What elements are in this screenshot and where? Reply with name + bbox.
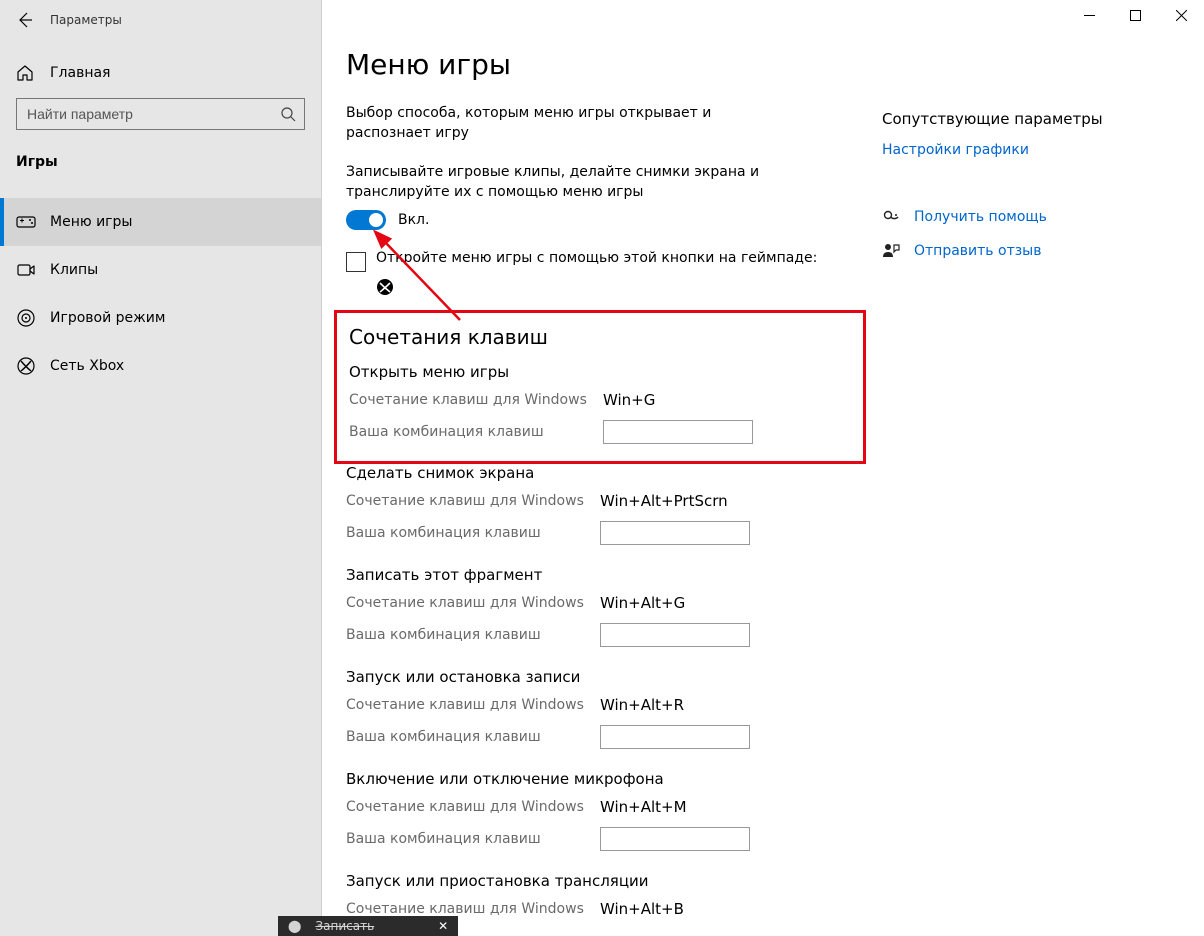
- shortcut-custom-input[interactable]: [600, 827, 750, 851]
- shortcut-custom-input[interactable]: [600, 521, 750, 545]
- shortcut-windows-value: Win+Alt+B: [600, 900, 684, 918]
- shortcut-windows-value: Win+Alt+PrtScrn: [600, 492, 728, 510]
- game-menu-icon: [16, 212, 36, 232]
- checkbox-label: Откройте меню игры с помощью этой кнопки…: [376, 250, 817, 266]
- shortcut-windows-label: Сочетание клавиш для Windows: [346, 595, 600, 611]
- fragment-text: Записать: [315, 919, 374, 933]
- search-input-wrap[interactable]: [16, 98, 305, 130]
- background-window-fragment: ⬤ Записать ✕: [278, 916, 458, 936]
- clips-icon: [16, 260, 36, 280]
- shortcut-custom-label: Ваша комбинация клавиш: [349, 424, 603, 440]
- shortcuts-heading: Сочетания клавиш: [349, 325, 851, 349]
- shortcut-group-title: Включение или отключение микрофона: [346, 770, 858, 788]
- shortcut-windows-value: Win+Alt+G: [600, 594, 685, 612]
- xbox-icon: [16, 356, 36, 376]
- app-title: Параметры: [50, 13, 122, 27]
- related-heading: Сопутствующие параметры: [882, 110, 1138, 128]
- gamepad-open-checkbox[interactable]: [346, 252, 366, 272]
- sidebar-item-label: Клипы: [50, 262, 98, 278]
- sidebar-item-xbox-network[interactable]: Сеть Xbox: [0, 342, 321, 390]
- shortcut-windows-value: Win+G: [603, 391, 655, 409]
- shortcut-custom-input[interactable]: [600, 725, 750, 749]
- toggle-label: Вкл.: [398, 212, 429, 228]
- shortcut-windows-label: Сочетание клавиш для Windows: [349, 392, 603, 408]
- home-link[interactable]: Главная: [0, 54, 321, 92]
- shortcut-group-title: Открыть меню игры: [349, 363, 851, 381]
- game-mode-icon: [16, 308, 36, 328]
- shortcut-windows-label: Сочетание клавиш для Windows: [346, 493, 600, 509]
- highlight-annotation: Сочетания клавиш Открыть меню игры Сочет…: [334, 310, 866, 464]
- home-icon: [16, 64, 34, 82]
- help-link-text: Получить помощь: [914, 209, 1047, 225]
- sidebar: Параметры Главная Игры: [0, 0, 322, 936]
- main-content: Меню игры Выбор способа, которым меню иг…: [322, 0, 882, 936]
- send-feedback-link[interactable]: Отправить отзыв: [882, 242, 1138, 260]
- shortcut-windows-label: Сочетание клавиш для Windows: [346, 697, 600, 713]
- get-help-link[interactable]: Получить помощь: [882, 208, 1138, 226]
- maximize-button[interactable]: [1112, 0, 1158, 30]
- shortcut-group-title: Запуск или приостановка трансляции: [346, 872, 858, 890]
- sidebar-item-game-mode[interactable]: Игровой режим: [0, 294, 321, 342]
- sidebar-item-game-menu[interactable]: Меню игры: [0, 198, 321, 246]
- shortcut-custom-label: Ваша комбинация клавиш: [346, 729, 600, 745]
- shortcut-windows-value: Win+Alt+R: [600, 696, 684, 714]
- shortcut-windows-label: Сочетание клавиш для Windows: [346, 901, 600, 917]
- shortcut-group-title: Запуск или остановка записи: [346, 668, 858, 686]
- graphics-settings-link[interactable]: Настройки графики: [882, 142, 1029, 158]
- sidebar-item-label: Сеть Xbox: [50, 358, 124, 374]
- sidebar-item-label: Игровой режим: [50, 310, 165, 326]
- shortcut-windows-label: Сочетание клавиш для Windows: [346, 799, 600, 815]
- feedback-icon: [882, 242, 900, 260]
- shortcut-custom-label: Ваша комбинация клавиш: [346, 525, 600, 541]
- search-icon[interactable]: [272, 98, 304, 130]
- shortcut-custom-label: Ваша комбинация клавиш: [346, 627, 600, 643]
- feedback-link-text: Отправить отзыв: [914, 243, 1041, 259]
- home-label: Главная: [50, 65, 110, 81]
- sidebar-item-clips[interactable]: Клипы: [0, 246, 321, 294]
- description-2: Записывайте игровые клипы, делайте снимк…: [346, 162, 776, 203]
- shortcut-custom-label: Ваша комбинация клавиш: [346, 831, 600, 847]
- shortcut-group-title: Сделать снимок экрана: [346, 464, 858, 482]
- record-toggle[interactable]: [346, 210, 386, 230]
- back-button[interactable]: [0, 0, 50, 40]
- close-button[interactable]: [1158, 0, 1204, 30]
- page-title: Меню игры: [346, 48, 858, 81]
- help-icon: [882, 208, 900, 226]
- shortcut-custom-input[interactable]: [603, 420, 753, 444]
- description-1: Выбор способа, которым меню игры открыва…: [346, 103, 776, 144]
- right-panel: Сопутствующие параметры Настройки график…: [882, 0, 1162, 936]
- sidebar-item-label: Меню игры: [50, 214, 132, 230]
- shortcut-custom-input[interactable]: [600, 623, 750, 647]
- search-input[interactable]: [17, 106, 272, 122]
- xbox-button-icon: [376, 278, 858, 296]
- shortcut-windows-value: Win+Alt+M: [600, 798, 687, 816]
- sidebar-section-games: Игры: [0, 142, 321, 178]
- minimize-button[interactable]: [1066, 0, 1112, 30]
- shortcut-group-title: Записать этот фрагмент: [346, 566, 858, 584]
